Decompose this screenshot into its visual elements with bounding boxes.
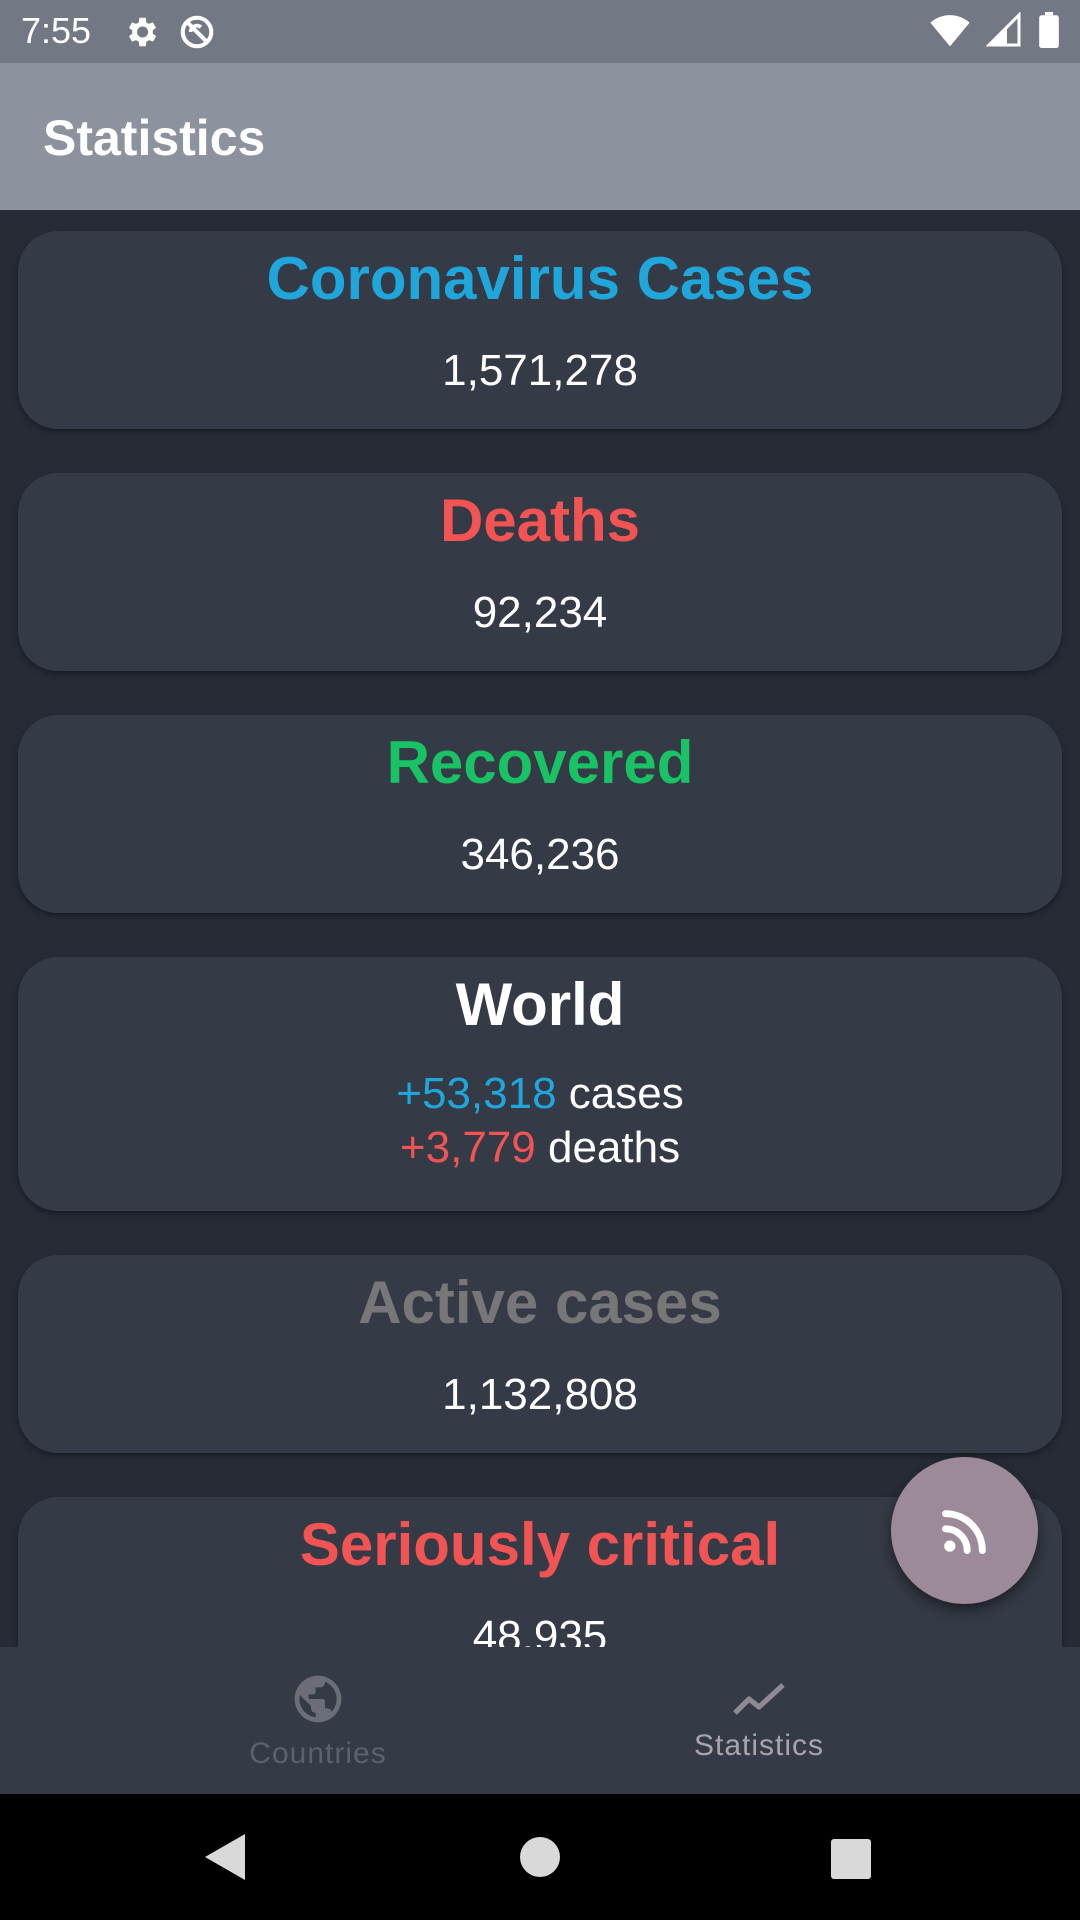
world-new-deaths: +3,779 bbox=[399, 1123, 536, 1172]
deaths-value: 92,234 bbox=[472, 588, 608, 637]
globe-icon bbox=[294, 1675, 342, 1722]
statistics-list[interactable]: Coronavirus Cases 1,571,278 Deaths 92,23… bbox=[0, 210, 1080, 1647]
trending-line-icon bbox=[733, 1682, 785, 1715]
world-new-cases: +53,318 bbox=[396, 1069, 557, 1118]
app-bar: Statistics bbox=[0, 63, 1080, 210]
cases-value: 1,571,278 bbox=[442, 346, 638, 395]
cases-title: Coronavirus Cases bbox=[266, 245, 814, 312]
bottom-nav: Countries Statistics bbox=[0, 1647, 1080, 1794]
wifi-icon bbox=[930, 15, 970, 47]
recovered-title: Recovered bbox=[386, 729, 694, 796]
recents-icon[interactable] bbox=[831, 1839, 871, 1879]
world-cases-label: cases bbox=[568, 1069, 684, 1118]
cases-card: Coronavirus Cases 1,571,278 bbox=[18, 231, 1062, 429]
nav-statistics-label: Statistics bbox=[693, 1728, 825, 1762]
page-title: Statistics bbox=[43, 110, 266, 166]
system-nav-bar bbox=[0, 1794, 1080, 1920]
rss-feed-button[interactable] bbox=[891, 1457, 1038, 1604]
active-value: 1,132,808 bbox=[442, 1370, 638, 1419]
world-deaths-line: +3,779 deaths bbox=[18, 1121, 1062, 1175]
deaths-card: Deaths 92,234 bbox=[18, 473, 1062, 671]
gear-icon bbox=[128, 17, 157, 47]
active-card: Active cases 1,132,808 bbox=[18, 1255, 1062, 1453]
deaths-title: Deaths bbox=[439, 487, 641, 554]
battery-icon bbox=[1039, 12, 1059, 48]
status-bar: 7:55 bbox=[0, 0, 1080, 63]
world-deaths-label: deaths bbox=[547, 1123, 681, 1172]
no-sync-icon bbox=[180, 15, 214, 49]
nav-statistics[interactable]: Statistics bbox=[489, 1647, 1029, 1794]
recovered-value: 346,236 bbox=[460, 830, 620, 879]
world-stats: +53,318 cases +3,779 deaths bbox=[18, 1067, 1062, 1175]
active-title: Active cases bbox=[358, 1269, 722, 1336]
critical-value: 48,935 bbox=[472, 1612, 608, 1647]
home-icon[interactable] bbox=[520, 1837, 560, 1877]
recovered-card: Recovered 346,236 bbox=[18, 715, 1062, 913]
status-icons bbox=[930, 12, 1060, 48]
world-card: World +53,318 cases +3,779 deaths bbox=[18, 957, 1062, 1211]
rss-feed-icon bbox=[941, 1509, 986, 1554]
signal-icon bbox=[986, 12, 1021, 47]
back-icon[interactable] bbox=[205, 1834, 245, 1880]
nav-countries-label: Countries bbox=[249, 1736, 387, 1770]
world-title: World bbox=[455, 971, 625, 1038]
status-time: 7:55 bbox=[21, 10, 92, 51]
world-cases-line: +53,318 cases bbox=[18, 1067, 1062, 1121]
